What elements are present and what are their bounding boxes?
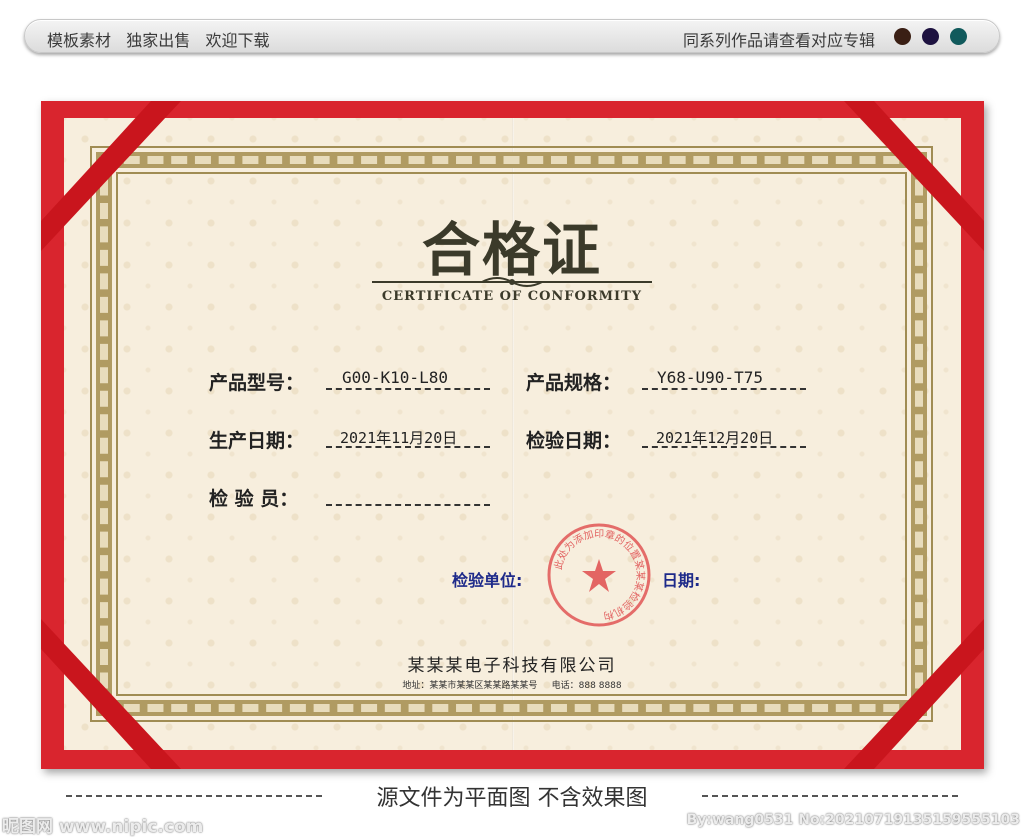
- corner-ribbon-bottom-right: [844, 619, 984, 769]
- spec-label: 产品规格：: [526, 372, 622, 394]
- watermark-left: 昵图网 www.nipic.com: [2, 817, 204, 837]
- inspection-date-label: 检验日期：: [526, 430, 622, 452]
- certificate-subtitle: CERTIFICATE OF CONFORMITY: [381, 289, 643, 304]
- model-value: G00-K10-L80: [342, 368, 448, 387]
- top-banner: 模板素材 独家出售 欢迎下载 同系列作品请查看对应专辑: [24, 19, 1000, 53]
- date-label: 日期:: [662, 571, 701, 590]
- footer-dash-left: [66, 795, 322, 797]
- inspector-label: 检 验 员：: [209, 488, 299, 510]
- color-dot-navy: [922, 28, 939, 45]
- color-dot-teal: [950, 28, 967, 45]
- company-name: 某某某电子科技有限公司: [407, 656, 617, 676]
- corner-ribbon-top-left: [41, 101, 181, 251]
- spec-underline: [642, 388, 806, 390]
- inspection-date-value: 2021年12月20日: [656, 429, 774, 447]
- inspection-unit-label: 检验单位:: [452, 571, 523, 590]
- footer-dash-right: [702, 795, 958, 797]
- official-seal: 此处为添加印章的位置某某某检验机构: [547, 523, 651, 627]
- production-date-label: 生产日期：: [209, 430, 305, 452]
- model-underline: [326, 388, 490, 390]
- title-divider-ornament: [372, 277, 652, 287]
- spec-value: Y68-U90-T75: [657, 368, 763, 387]
- inspector-underline: [326, 504, 490, 506]
- corner-ribbon-top-right: [844, 101, 984, 251]
- color-dot-brown: [894, 28, 911, 45]
- company-address: 地址：某某市某某区某某路某某号 电话：888 8888: [402, 681, 622, 691]
- watermark-right: By:wang0531 No:20210719135159555103: [686, 812, 1020, 828]
- footer-caption: 源文件为平面图 不含效果图: [376, 786, 648, 811]
- production-date-value: 2021年11月20日: [340, 429, 458, 447]
- banner-left-text: 模板素材 独家出售 欢迎下载: [47, 31, 270, 50]
- corner-ribbon-bottom-left: [41, 619, 181, 769]
- banner-right-text: 同系列作品请查看对应专辑: [682, 31, 875, 50]
- model-label: 产品型号：: [209, 372, 305, 394]
- certificate-title: 合格证: [421, 216, 602, 284]
